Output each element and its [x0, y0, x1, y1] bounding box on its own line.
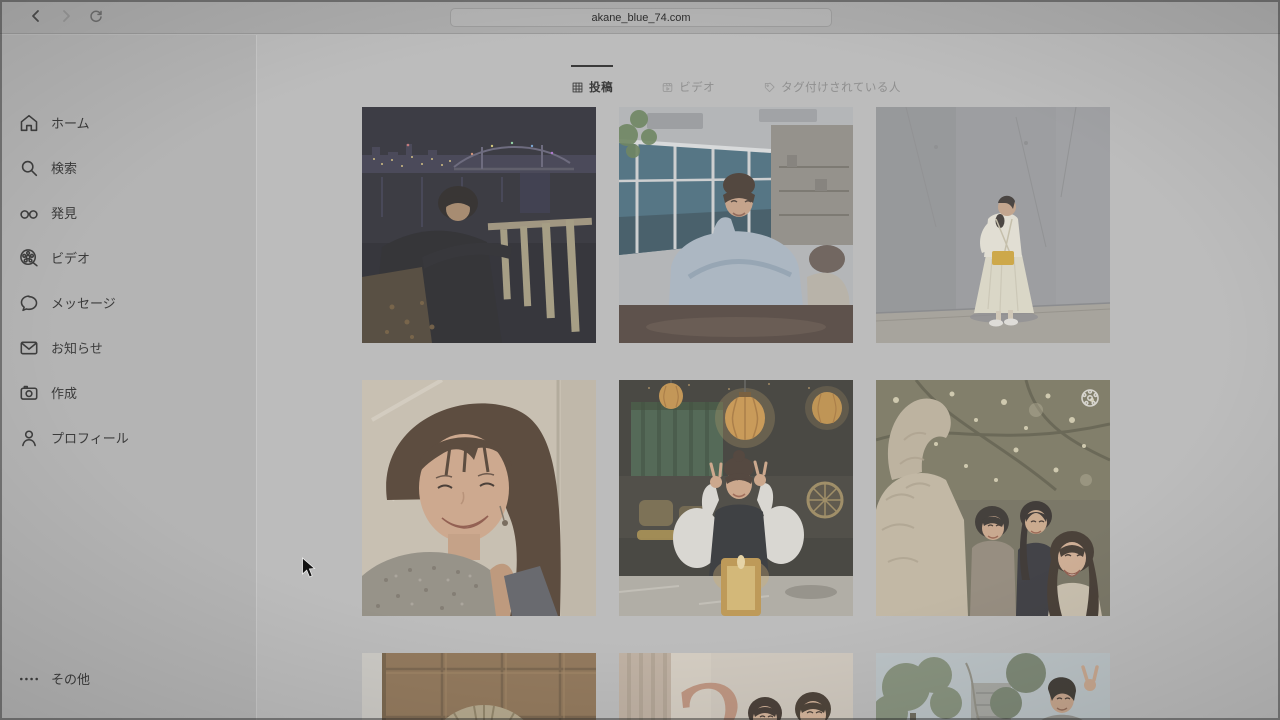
person-icon — [18, 427, 40, 449]
grid-icon — [571, 81, 584, 94]
camera-icon — [18, 382, 40, 404]
sidebar-item-label: 検索 — [51, 158, 77, 177]
tag-icon — [763, 81, 776, 94]
sidebar-item-label: その他 — [51, 669, 90, 688]
reel-icon — [661, 81, 674, 94]
chat-bubble-icon — [18, 292, 40, 314]
profile-tab-bar: 投稿 ビデオ タグ付けされている人 — [362, 65, 1110, 95]
post-grid: 2 — [362, 107, 1110, 720]
film-reel-icon — [18, 247, 40, 269]
photo-portrait-closeup — [362, 380, 596, 616]
profile-content: 投稿 ビデオ タグ付けされている人 — [257, 35, 1280, 720]
post-thumbnail-7[interactable] — [362, 653, 596, 720]
tab-posts[interactable]: 投稿 — [571, 65, 613, 95]
photo-restaurant-peace — [619, 380, 853, 616]
sidebar-item-notifications[interactable]: お知らせ — [0, 325, 256, 370]
home-icon — [18, 112, 40, 134]
sidebar-item-profile[interactable]: プロフィール — [0, 415, 256, 460]
sidebar-item-home[interactable]: ホーム — [0, 100, 256, 145]
reload-icon — [88, 8, 104, 24]
tab-label: タグ付けされている人 — [781, 79, 901, 95]
search-icon — [18, 157, 40, 179]
sidebar-item-label: プロフィール — [51, 428, 129, 447]
photo-balloon-birthday: 2 — [619, 653, 853, 720]
post-thumbnail-9[interactable] — [876, 653, 1110, 720]
forward-button[interactable] — [58, 8, 74, 24]
sidebar-item-create[interactable]: 作成 — [0, 370, 256, 415]
sidebar-item-video[interactable]: ビデオ — [0, 235, 256, 280]
address-bar[interactable]: akane_blue_74.com — [450, 8, 832, 27]
sidebar-item-label: ホーム — [51, 113, 90, 132]
photo-outdoor-peace — [876, 653, 1110, 720]
post-thumbnail-3[interactable] — [876, 107, 1110, 343]
tab-label: ビデオ — [679, 79, 715, 95]
browser-toolbar: akane_blue_74.com — [0, 0, 1280, 34]
more-dots-icon — [18, 668, 40, 690]
balloon-number: 2 — [670, 658, 760, 720]
photo-wall-outfit — [876, 107, 1110, 343]
post-thumbnail-5[interactable] — [619, 380, 853, 616]
sidebar-item-explore[interactable]: 発見 — [0, 190, 256, 235]
sidebar-item-more[interactable]: その他 — [0, 656, 256, 701]
sidebar-item-label: 作成 — [51, 383, 77, 402]
glasses-icon — [18, 202, 40, 224]
photo-cafe-sweater — [619, 107, 853, 343]
tab-videos[interactable]: ビデオ — [661, 65, 715, 95]
sidebar-item-label: 発見 — [51, 203, 77, 222]
forward-arrow-icon — [58, 8, 74, 24]
photo-night-bridge — [362, 107, 596, 343]
sidebar-item-label: ビデオ — [51, 248, 90, 267]
reload-button[interactable] — [88, 8, 104, 24]
envelope-icon — [18, 337, 40, 359]
tab-label: 投稿 — [589, 79, 613, 95]
post-thumbnail-4[interactable] — [362, 380, 596, 616]
back-button[interactable] — [28, 8, 44, 24]
photo-wood-ornament — [362, 653, 596, 720]
post-thumbnail-1[interactable] — [362, 107, 596, 343]
post-thumbnail-2[interactable] — [619, 107, 853, 343]
photo-friends-selfie — [876, 380, 1110, 616]
sidebar-item-search[interactable]: 検索 — [0, 145, 256, 190]
tab-tagged[interactable]: タグ付けされている人 — [763, 65, 901, 95]
sidebar-item-label: お知らせ — [51, 338, 103, 357]
post-thumbnail-8[interactable]: 2 — [619, 653, 853, 720]
sidebar-item-label: メッセージ — [51, 293, 116, 312]
browser-window: akane_blue_74.com ホーム 検索 — [0, 0, 1280, 720]
back-arrow-icon — [28, 8, 44, 24]
sidebar-nav: ホーム 検索 発見 — [0, 35, 257, 720]
sidebar-item-messages[interactable]: メッセージ — [0, 280, 256, 325]
post-thumbnail-6[interactable] — [876, 380, 1110, 616]
